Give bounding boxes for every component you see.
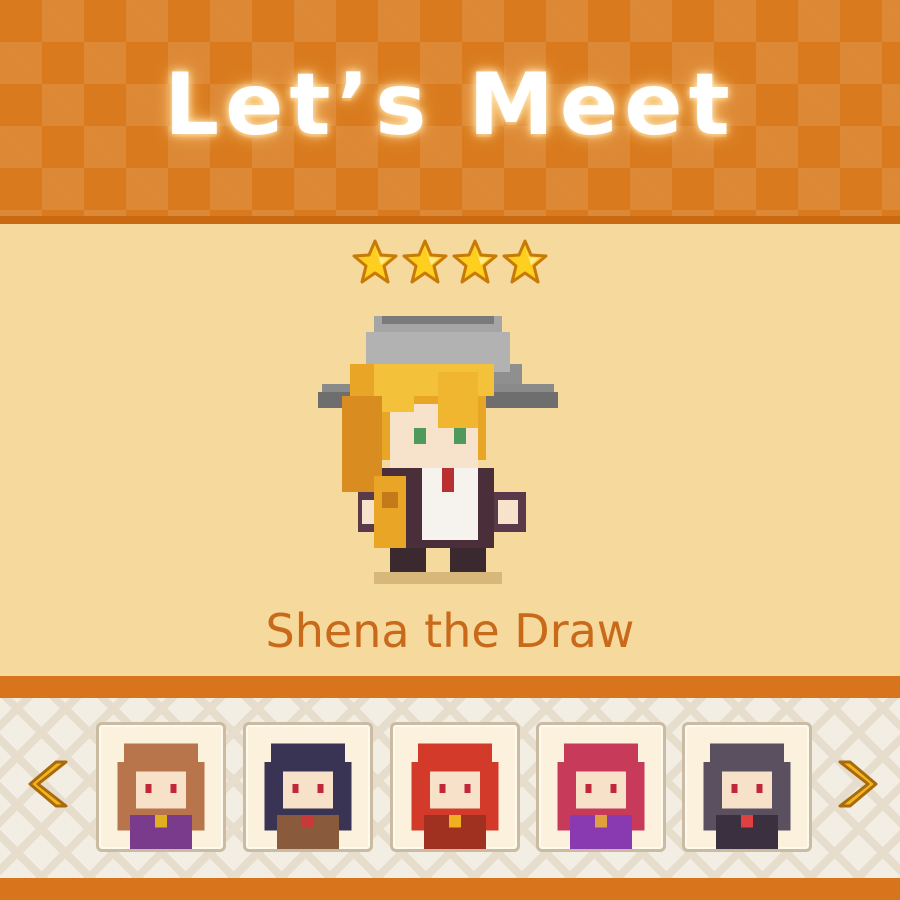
game-screen: Let’s Meet Shena the Draw: [0, 0, 900, 900]
divider: [0, 878, 900, 900]
portrait-magenta-haired-girl: [557, 743, 645, 849]
star-icon: [402, 239, 448, 284]
portrait-slot-red-haired-girl[interactable]: [390, 722, 520, 852]
header-banner: Let’s Meet: [0, 0, 900, 224]
portrait-hooded-warrior: [703, 743, 791, 849]
star-rating: [0, 238, 900, 286]
star-icon: [502, 239, 548, 284]
braid: [374, 476, 406, 548]
star-icon: [352, 239, 398, 284]
character-carousel: [0, 698, 900, 878]
eye-right: [454, 428, 466, 444]
portrait-slot-hooded-warrior[interactable]: [682, 722, 812, 852]
chevron-left-icon[interactable]: [26, 756, 74, 812]
feet: [390, 548, 426, 572]
portrait-slot-dark-haired-girl[interactable]: [243, 722, 373, 852]
chevron-right-icon[interactable]: [832, 756, 880, 812]
portrait-brown-haired-girl: [117, 743, 205, 849]
portrait-slot-magenta-haired-girl[interactable]: [536, 722, 666, 852]
character-sprite: [318, 316, 558, 584]
character-name: Shena the Draw: [265, 604, 635, 658]
portrait-dark-haired-girl: [264, 743, 352, 849]
page-title: Let’s Meet: [164, 55, 736, 155]
portrait-red-haired-girl: [411, 743, 499, 849]
star-icon: [452, 239, 498, 284]
divider: [0, 676, 900, 698]
eye-left: [414, 428, 426, 444]
portrait-slot-brown-haired-girl[interactable]: [96, 722, 226, 852]
character-panel: Shena the Draw: [0, 224, 900, 676]
